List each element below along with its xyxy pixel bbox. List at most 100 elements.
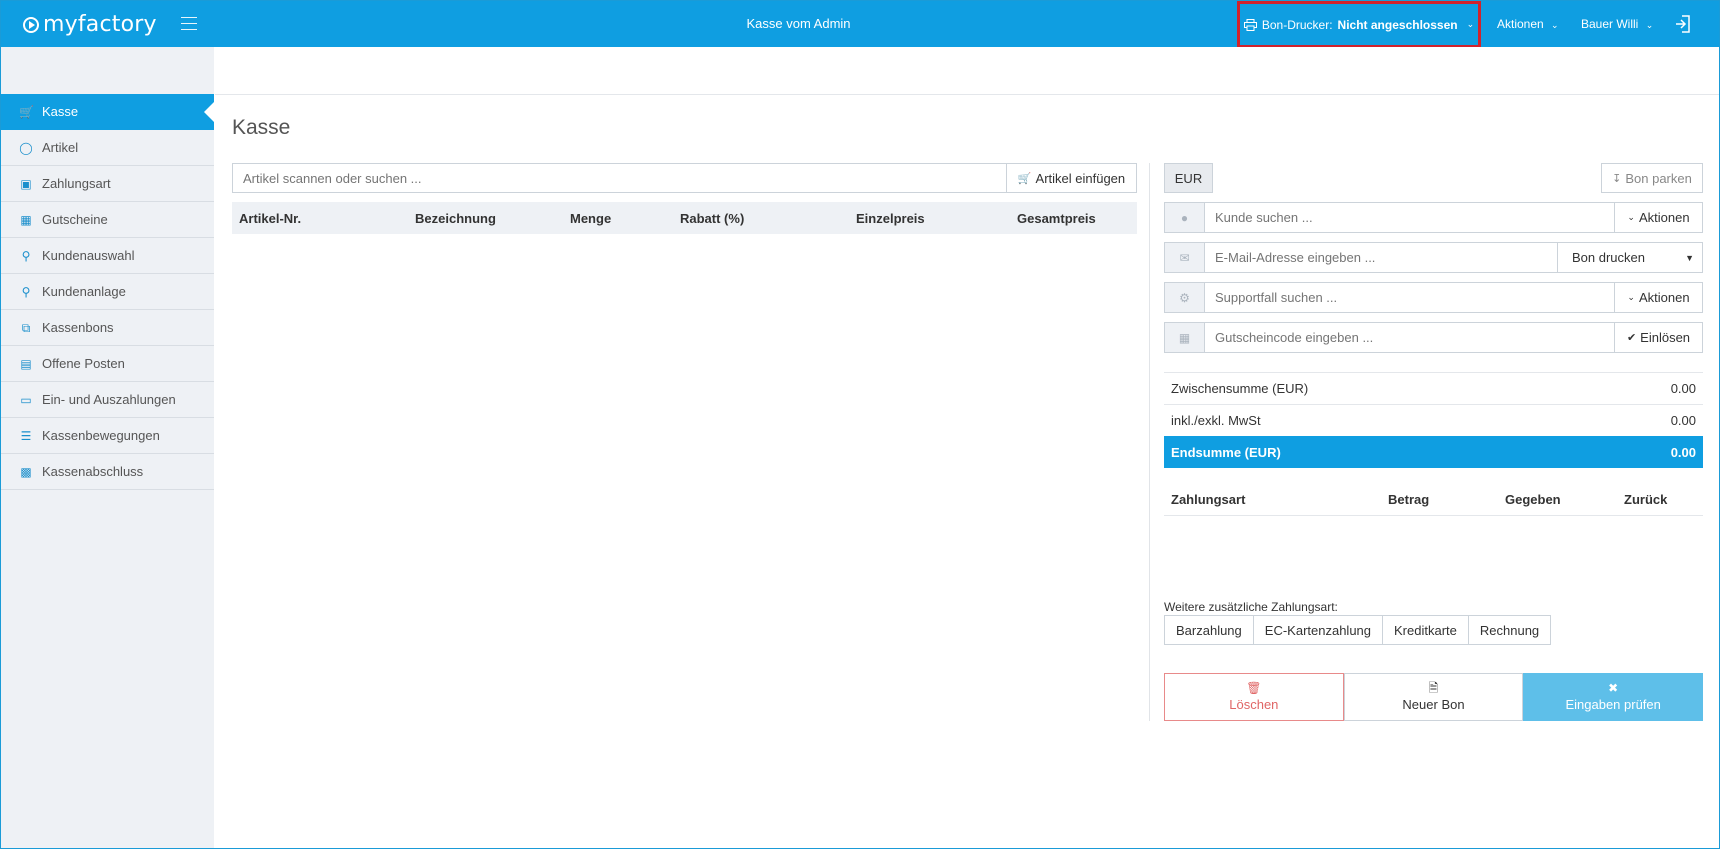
user-name: Bauer Willi xyxy=(1581,17,1639,31)
column-header: Zurück xyxy=(1624,492,1668,507)
sidebar-item-kundenauswahl[interactable]: ⚲ Kundenauswahl xyxy=(1,238,214,274)
list-icon: ☰ xyxy=(20,428,32,443)
chevron-down-icon: ⌄ xyxy=(1627,212,1635,222)
close-icon: ✖ xyxy=(1608,681,1619,695)
printer-label: Bon-Drucker: xyxy=(1261,17,1333,32)
column-header[interactable]: Rabatt (%) xyxy=(673,211,849,226)
sidebar-item-kassenbewegungen[interactable]: ☰ Kassenbewegungen xyxy=(1,418,214,454)
customer-actions-label: Aktionen xyxy=(1638,210,1690,225)
total-value: 0.00 xyxy=(1670,444,1696,460)
sidebar-item-zahlungsart[interactable]: ▣ Zahlungsart xyxy=(1,166,214,202)
chevron-down-icon: ⌄ xyxy=(1627,292,1635,302)
wallet-icon: ▣ xyxy=(20,176,32,191)
add-article-label: Artikel einfügen xyxy=(1035,170,1126,186)
sub-header xyxy=(215,47,1719,95)
sidebar-item-label: Zahlungsart xyxy=(42,176,111,191)
logout-icon[interactable] xyxy=(1675,15,1691,33)
printer-status-dropdown[interactable]: Bon-Drucker: Nicht angeschlossen ⌄ xyxy=(1237,1,1481,48)
sidebar-item-label: Kasse xyxy=(42,104,79,119)
support-search-input[interactable] xyxy=(1204,282,1615,313)
check-inputs-label: Eingaben prüfen xyxy=(1565,697,1661,712)
trash-icon: 🗑 xyxy=(1246,681,1262,695)
payment-type-buttons: Barzahlung EC-Kartenzahlung Kreditkarte … xyxy=(1164,615,1552,645)
article-table-header: Artikel-Nr. Bezeichnung Menge Rabatt (%)… xyxy=(232,202,1137,234)
support-actions-button[interactable]: ⌄ Aktionen xyxy=(1615,282,1703,313)
subtotal-row: Zwischensumme (EUR) 0.00 xyxy=(1164,372,1703,404)
cart-icon: 🛒 xyxy=(19,104,34,119)
email-row: ✉ Bon drucken ▼ xyxy=(1164,242,1703,273)
new-receipt-label: Neuer Bon xyxy=(1402,697,1465,712)
sidebar-item-gutscheine[interactable]: ▦ Gutscheine xyxy=(1,202,214,238)
sidebar-item-kundenanlage[interactable]: ⚲ Kundenanlage xyxy=(1,274,214,310)
gear-icon: ⚙ xyxy=(1164,282,1204,313)
report-icon: ▩ xyxy=(20,464,32,479)
column-header[interactable]: Artikel-Nr. xyxy=(232,211,408,226)
print-option-select[interactable]: Bon drucken ▼ xyxy=(1558,242,1703,273)
add-article-button[interactable]: 🛒 Artikel einfügen xyxy=(1006,163,1137,193)
column-header: Gegeben xyxy=(1505,492,1561,507)
payment-type-button[interactable]: EC-Kartenzahlung xyxy=(1252,615,1384,645)
more-payment-label: Weitere zusätzliche Zahlungsart: xyxy=(1164,600,1338,614)
document-icon: 🗎 xyxy=(1428,681,1439,695)
sidebar-item-label: Kassenabschluss xyxy=(42,464,144,479)
user-menu[interactable]: Bauer Willi ⌄ xyxy=(1581,17,1653,31)
gift-icon: ▦ xyxy=(20,212,32,227)
park-receipt-button[interactable]: ↧ Bon parken xyxy=(1601,163,1703,193)
park-icon: ↧ xyxy=(1612,172,1622,185)
customer-search-row: ● ⌄ Aktionen xyxy=(1164,202,1703,233)
column-header: Zahlungsart xyxy=(1171,492,1246,507)
new-receipt-button[interactable]: 🗎 Neuer Bon xyxy=(1343,673,1524,721)
tax-row: inkl./exkl. MwSt 0.00 xyxy=(1164,404,1703,436)
article-table: Artikel-Nr. Bezeichnung Menge Rabatt (%)… xyxy=(232,202,1137,234)
inbox-icon: ▭ xyxy=(20,392,32,407)
customer-search-input[interactable] xyxy=(1204,202,1615,233)
sidebar-item-kassenabschluss[interactable]: ▩ Kassenabschluss xyxy=(1,454,214,490)
chevron-down-icon: ⌄ xyxy=(1551,20,1559,30)
sidebar-item-artikel[interactable]: ◯ Artikel xyxy=(1,130,214,166)
redeem-label: Einlösen xyxy=(1640,330,1691,345)
sidebar-item-kassenbons[interactable]: ⧉ Kassenbons xyxy=(1,310,214,346)
voucher-code-input[interactable] xyxy=(1204,322,1615,353)
book-icon: ▤ xyxy=(20,356,32,371)
payment-type-button[interactable]: Barzahlung xyxy=(1164,615,1254,645)
printer-status: Nicht angeschlossen xyxy=(1337,17,1458,32)
print-option-value: Bon drucken xyxy=(1572,250,1645,265)
article-search-input[interactable] xyxy=(232,163,1006,193)
check-inputs-button[interactable]: ✖ Eingaben prüfen xyxy=(1523,673,1704,721)
subtotal-value: 0.00 xyxy=(1670,381,1696,396)
sidebar-item-offene-posten[interactable]: ▤ Offene Posten xyxy=(1,346,214,382)
tag-icon: ◯ xyxy=(19,140,33,155)
delete-button[interactable]: 🗑 Löschen xyxy=(1164,673,1344,721)
redeem-button[interactable]: ✔ Einlösen xyxy=(1615,322,1703,353)
column-header[interactable]: Menge xyxy=(563,211,673,226)
tax-label: inkl./exkl. MwSt xyxy=(1171,413,1261,428)
sidebar-item-label: Kundenauswahl xyxy=(42,248,135,263)
email-input[interactable] xyxy=(1204,242,1558,273)
column-header[interactable]: Einzelpreis xyxy=(849,211,1010,226)
delete-label: Löschen xyxy=(1229,697,1279,712)
cart-icon: 🛒 xyxy=(1017,172,1032,185)
envelope-icon: ✉ xyxy=(1164,242,1204,273)
dropdown-arrow-icon: ▼ xyxy=(1685,252,1694,263)
total-row: Endsumme (EUR) 0.00 xyxy=(1164,436,1703,468)
printer-icon xyxy=(1243,18,1257,31)
sidebar-item-kasse[interactable]: 🛒 Kasse xyxy=(1,94,214,130)
payment-type-button[interactable]: Rechnung xyxy=(1467,615,1552,645)
chevron-down-icon: ⌄ xyxy=(1645,20,1654,30)
support-actions-label: Aktionen xyxy=(1638,290,1690,305)
sidebar-item-ein-auszahlungen[interactable]: ▭ Ein- und Auszahlungen xyxy=(1,382,214,418)
column-header[interactable]: Gesamtpreis xyxy=(1010,211,1130,226)
article-scan-bar: 🛒 Artikel einfügen xyxy=(232,163,1137,193)
sidebar-item-label: Kassenbewegungen xyxy=(42,428,160,443)
column-header[interactable]: Bezeichnung xyxy=(408,211,563,226)
user-icon: ● xyxy=(1164,202,1204,233)
currency-button[interactable]: EUR xyxy=(1164,163,1213,193)
park-receipt-label: Bon parken xyxy=(1625,170,1692,186)
top-bar: myfactory Kasse vom Admin Bon-Drucker: N… xyxy=(1,1,1719,48)
payment-type-button[interactable]: Kreditkarte xyxy=(1382,615,1469,645)
sidebar-item-label: Kundenanlage xyxy=(42,284,126,299)
customer-actions-button[interactable]: ⌄ Aktionen xyxy=(1615,202,1703,233)
actions-menu[interactable]: Aktionen ⌄ xyxy=(1497,17,1559,31)
panel-divider xyxy=(1149,163,1150,721)
payment-table-header: Zahlungsart Betrag Gegeben Zurück xyxy=(1164,484,1703,516)
